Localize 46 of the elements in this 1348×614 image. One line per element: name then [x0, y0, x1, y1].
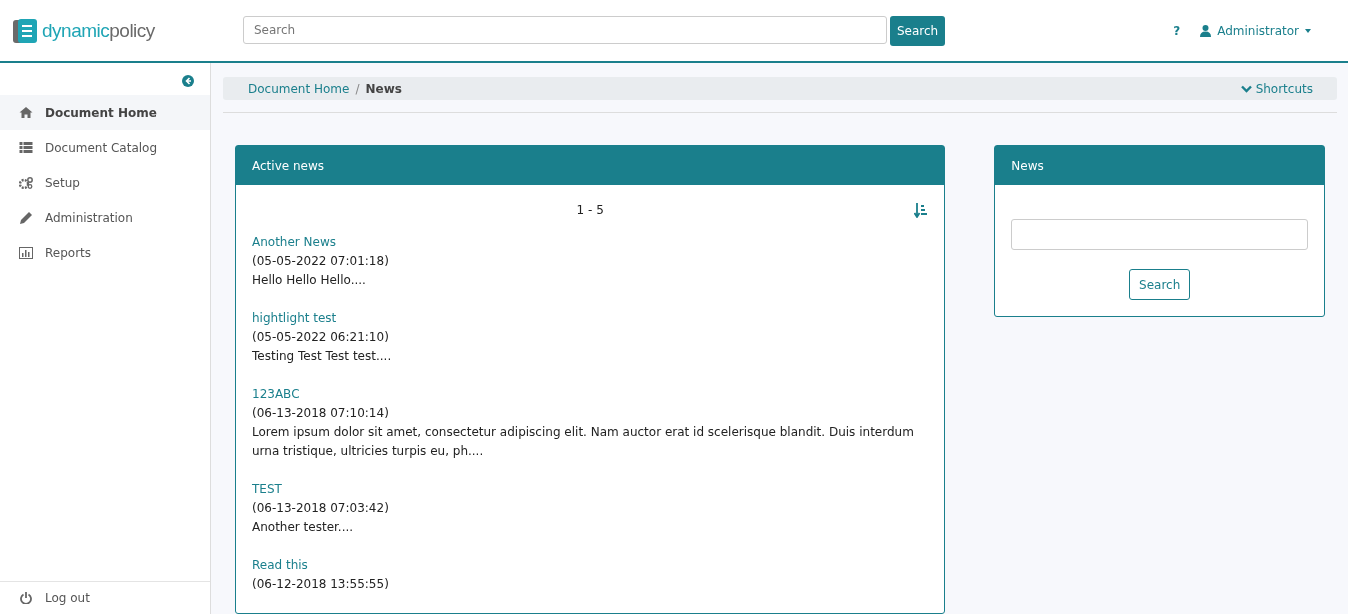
news-title-link[interactable]: TEST [252, 482, 282, 496]
search-button[interactable]: Search [1129, 269, 1191, 300]
gears-icon [19, 176, 33, 189]
sort-icon[interactable] [914, 203, 929, 218]
search-button[interactable]: Search [890, 15, 946, 46]
news-title-link[interactable]: 123ABC [252, 387, 300, 401]
news-summary: Lorem ipsum dolor sit amet, consectetur adipiscing elit. Nam auctor erat id scelerisque blandit. Duis interdum urna tristique, ultricies turpis eu, ph.... [252, 424, 915, 460]
shortcuts-toggle[interactable]: Shortcuts [1240, 81, 1313, 96]
news-date: (06-13-2018 07:03:42) [252, 500, 390, 517]
breadcrumb-current: News [365, 81, 402, 96]
card-title: News [1011, 158, 1044, 173]
caret-icon [1305, 28, 1311, 33]
news-title-link[interactable]: hightlight test [252, 311, 337, 325]
sidebar-item[interactable]: Reports [0, 235, 210, 270]
home-icon [19, 107, 33, 118]
sidebar-item[interactable]: Administration [0, 200, 210, 235]
page-range: 1 - 5 [576, 202, 604, 219]
sidebar-item[interactable]: Setup [0, 165, 210, 200]
logo-icon [12, 17, 38, 44]
search-field[interactable]: Search [243, 15, 887, 44]
news-summary: Hello Hello Hello.... [252, 272, 367, 289]
news-title-link[interactable]: Read this [252, 558, 308, 572]
card-title: Active news [252, 158, 324, 173]
chevron-down-icon [1240, 84, 1252, 93]
list-icon [19, 142, 33, 153]
collapse-icon[interactable] [182, 75, 194, 87]
user-menu[interactable]: Administrator [1200, 23, 1311, 38]
news-title-link[interactable]: Another News [252, 235, 337, 249]
help-link[interactable]: ? [1173, 23, 1181, 38]
user-icon [1200, 24, 1212, 37]
news-date: (06-12-2018 13:55:55) [252, 576, 390, 593]
news-summary: Testing Test Test test.... [252, 348, 393, 365]
power-icon [19, 592, 33, 604]
brand-name: dynamicpolicy [42, 19, 155, 42]
news-date: (05-05-2022 07:01:18) [252, 253, 390, 270]
breadcrumb-separator: / [355, 81, 360, 96]
news-summary: Another tester.... [252, 519, 355, 536]
sidebar-item[interactable]: Document Home [0, 95, 210, 130]
logout-link[interactable]: Log out [0, 581, 210, 614]
pencil-icon [19, 211, 33, 224]
news-search-field[interactable] [1011, 219, 1308, 250]
news-date: (05-05-2022 06:21:10) [252, 329, 390, 346]
sidebar-item[interactable]: Document Catalog [0, 130, 210, 165]
breadcrumb-link[interactable]: Document Home [248, 81, 350, 96]
chart-icon [19, 246, 33, 259]
news-date: (06-13-2018 07:10:14) [252, 405, 390, 422]
